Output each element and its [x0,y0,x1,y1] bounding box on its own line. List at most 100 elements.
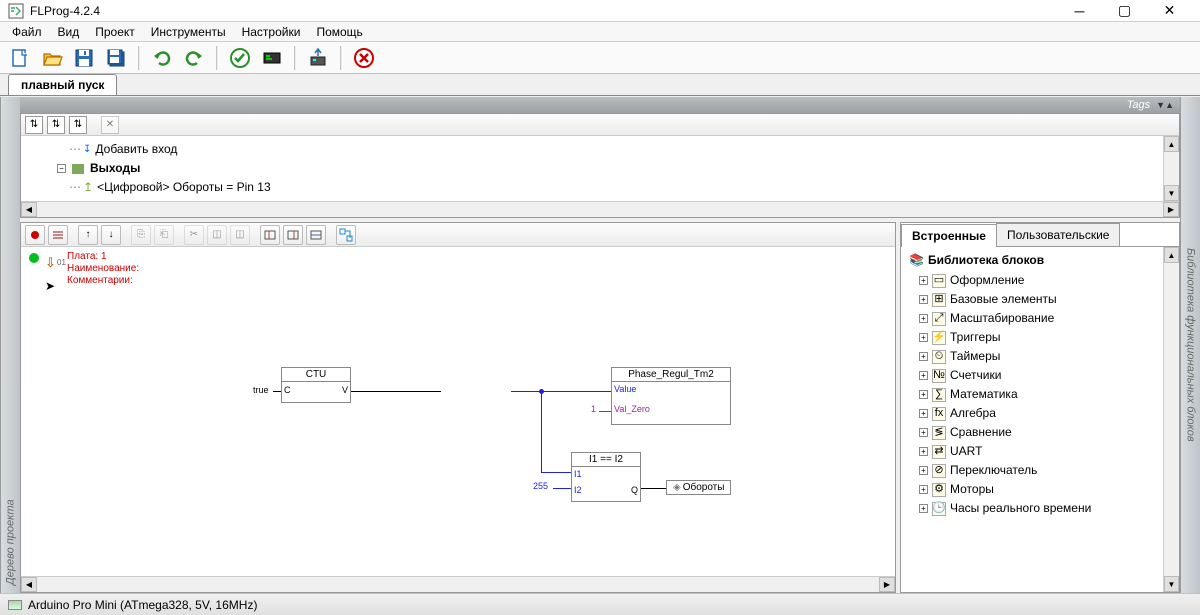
tree-outputs[interactable]: Выходы [90,159,140,178]
canvas-down-button[interactable]: ↓ [101,225,121,245]
lib-item-5[interactable]: +№Счетчики [905,366,1175,385]
lib-tab-builtin[interactable]: Встроенные [901,224,997,247]
menu-view[interactable]: Вид [50,23,88,41]
block-phase-regul[interactable]: Phase_Regul_Tm2 Value Val_Zero [611,367,731,425]
lib-expand-icon[interactable]: + [919,371,928,380]
lib-expand-icon[interactable]: + [919,466,928,475]
canvas-hscrollbar[interactable]: ◀▶ [21,576,895,592]
canvas-blk3-button[interactable] [306,225,326,245]
redo-button[interactable] [180,44,208,72]
app-icon [8,3,24,19]
scheme-comment-label: Комментарии: [67,275,139,287]
lib-expand-icon[interactable]: + [919,333,928,342]
lib-item-3[interactable]: +⚡Триггеры [905,328,1175,347]
lib-expand-icon[interactable]: + [919,428,928,437]
lib-expand-icon[interactable]: + [919,504,928,513]
compile-button[interactable] [258,44,286,72]
lib-item-label: Таймеры [950,348,1000,365]
lib-item-label: Математика [950,386,1018,403]
project-tree-sidebar[interactable]: Дерево проекта [0,97,20,593]
lib-item-label: Сравнение [950,424,1012,441]
lib-expand-icon[interactable]: + [919,447,928,456]
lib-item-2[interactable]: +⤢Масштабирование [905,309,1175,328]
menu-help[interactable]: Помощь [308,23,370,41]
project-tree-panel: ⇅ ⇅ ⇅ ✕ ⋯ ↧ Добавить вход − Выходы ⋯ ↥ <… [20,113,1180,218]
save-all-button[interactable] [102,44,130,72]
lib-item-4[interactable]: + ⏲ Таймеры [905,347,1175,366]
tree-add-input[interactable]: Добавить вход [95,140,177,159]
lib-category-icon: ⚡ [932,331,946,345]
menu-project[interactable]: Проект [87,23,143,41]
lib-category-icon: ⊘ [932,464,946,478]
save-button[interactable] [70,44,98,72]
canvas-content[interactable]: ⇩ 01 Плата: 1 Наименование: Комментарии:… [21,247,895,576]
tags-label: Tags [1127,99,1150,111]
lib-expand-icon[interactable]: + [919,352,928,361]
lib-item-0[interactable]: +▭Оформление [905,271,1175,290]
menu-file[interactable]: Файл [4,23,50,41]
menu-tools[interactable]: Инструменты [143,23,234,41]
canvas-cut-button: ✂ [184,225,204,245]
upload-button[interactable] [304,44,332,72]
undo-button[interactable] [148,44,176,72]
lib-item-11[interactable]: + ⚙ Моторы [905,480,1175,499]
canvas-blk1-button[interactable] [260,225,280,245]
lib-category-icon: ⚙ [932,483,946,497]
minimize-button[interactable]: ─ [1057,0,1102,22]
tree-sort2-button[interactable]: ⇅ [47,116,65,134]
lib-expand-icon[interactable]: + [919,409,928,418]
lib-item-9[interactable]: +⇄UART [905,442,1175,461]
stop-button[interactable] [350,44,378,72]
lib-item-label: Счетчики [950,367,1001,384]
lib-item-10[interactable]: +⊘Переключатель [905,461,1175,480]
verify-button[interactable] [226,44,254,72]
output-tag-oboroty[interactable]: ◈Обороты [666,480,731,495]
canvas-align-button[interactable] [48,225,68,245]
block-ctu[interactable]: CTU C V [281,367,351,403]
lib-item-12[interactable]: +🕒Часы реального времени [905,499,1175,518]
lib-category-icon: ⏲ [932,350,946,364]
scheme-arrow-down-icon: ⇩ [45,255,56,271]
signal-true: true [253,385,269,395]
lib-item-6[interactable]: +∑Математика [905,385,1175,404]
lib-item-1[interactable]: +⊞Базовые элементы [905,290,1175,309]
lib-item-label: Моторы [950,481,994,498]
block-compare[interactable]: I1 == I2 I1 I2 Q [571,452,641,502]
library-sidebar[interactable]: Библиотека функциональных блоков [1180,97,1200,593]
lib-item-label: Оформление [950,272,1024,289]
canvas-blk2-button[interactable] [283,225,303,245]
maximize-button[interactable]: ▢ [1102,0,1147,22]
tree-delete-button: ✕ [101,116,119,134]
tree-output-item[interactable]: <Цифровой> Обороты = Pin 13 [97,178,271,197]
close-button[interactable]: ✕ [1147,0,1192,22]
input-icon: ↧ [83,140,91,159]
tags-collapse-icon[interactable]: ▼▲ [1156,100,1174,110]
lib-tab-user[interactable]: Пользовательские [996,223,1121,246]
canvas-rec-button[interactable] [25,225,45,245]
lib-vscrollbar[interactable]: ▲ ▼ [1163,247,1179,592]
tree-expand-outputs[interactable]: − [57,164,66,173]
lib-category-icon: ⇄ [932,445,946,459]
lib-item-8[interactable]: +≶Сравнение [905,423,1175,442]
canvas-up-button[interactable]: ↑ [78,225,98,245]
open-button[interactable] [38,44,66,72]
new-button[interactable] [6,44,34,72]
scheme-arrow-right-icon: ➤ [45,279,55,293]
lib-expand-icon[interactable]: + [919,390,928,399]
canvas-pane: ↑ ↓ ⎘ ⎗ ✂ ◫ ◫ ⇩ 01 Плата: 1 Наименование [20,222,896,593]
lib-expand-icon[interactable]: + [919,314,928,323]
canvas-toolbar: ↑ ↓ ⎘ ⎗ ✂ ◫ ◫ [21,223,895,247]
menubar: Файл Вид Проект Инструменты Настройки По… [0,22,1200,42]
canvas-net-button[interactable] [336,225,356,245]
tree-hscrollbar[interactable]: ◀▶ [21,201,1179,217]
lib-item-7[interactable]: +fxАлгебра [905,404,1175,423]
lib-expand-icon[interactable]: + [919,485,928,494]
tree-vscrollbar[interactable]: ▲ ▼ [1163,136,1179,201]
project-tab[interactable]: плавный пуск [8,74,117,95]
lib-expand-icon[interactable]: + [919,276,928,285]
books-icon: 📚 [909,253,924,267]
lib-expand-icon[interactable]: + [919,295,928,304]
menu-settings[interactable]: Настройки [234,23,309,41]
tree-sort1-button[interactable]: ⇅ [25,116,43,134]
tree-sort3-button[interactable]: ⇅ [69,116,87,134]
